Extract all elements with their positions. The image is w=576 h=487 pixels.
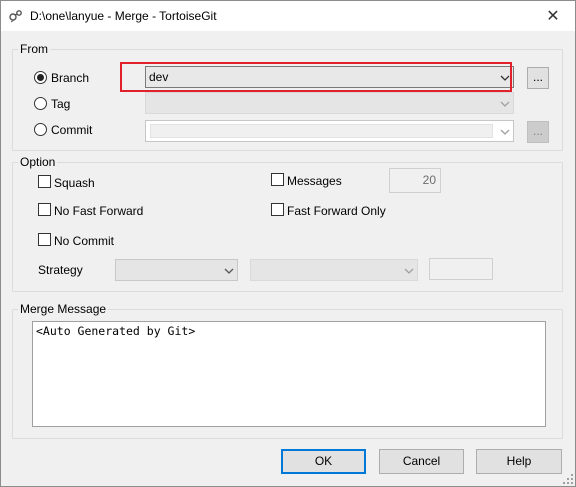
chevron-down-icon [404, 268, 414, 274]
strategy-option-combo[interactable] [250, 259, 418, 281]
no-fast-forward-checkbox[interactable] [38, 203, 51, 216]
no-commit-label: No Commit [54, 234, 115, 248]
merge-message-textarea[interactable]: <Auto Generated by Git> [32, 321, 546, 427]
branch-label: Branch [51, 71, 90, 85]
resize-grip-icon[interactable] [562, 473, 574, 485]
commit-browse-button[interactable]: ... [527, 121, 549, 143]
cancel-button[interactable]: Cancel [379, 449, 464, 474]
tag-radio[interactable] [34, 97, 47, 110]
branch-browse-button[interactable]: ... [527, 67, 549, 89]
squash-checkbox[interactable] [38, 175, 51, 188]
chevron-down-icon [224, 268, 234, 274]
chevron-down-icon [500, 129, 510, 135]
close-icon: ✕ [546, 7, 560, 25]
commit-combo[interactable] [145, 120, 514, 142]
help-button[interactable]: Help [476, 449, 562, 474]
option-legend: Option [18, 155, 58, 169]
messages-checkbox[interactable] [271, 173, 284, 186]
squash-label: Squash [54, 176, 95, 190]
no-commit-checkbox[interactable] [38, 233, 51, 246]
strategy-combo[interactable] [115, 259, 238, 281]
branch-highlight-box [120, 62, 512, 92]
fast-forward-only-label: Fast Forward Only [287, 204, 386, 218]
branch-radio[interactable] [34, 71, 47, 84]
messages-count-field[interactable]: 20 [389, 168, 441, 193]
tag-combo[interactable] [145, 92, 514, 114]
commit-combo-edit [150, 124, 493, 138]
window-title: D:\one\lanyue - Merge - TortoiseGit [30, 9, 217, 23]
from-legend: From [18, 42, 50, 56]
close-button[interactable]: ✕ [530, 0, 576, 31]
chevron-down-icon [500, 101, 510, 107]
commit-label: Commit [51, 123, 93, 137]
tag-label: Tag [51, 97, 71, 111]
messages-label: Messages [287, 174, 342, 188]
no-fast-forward-label: No Fast Forward [54, 204, 144, 218]
ok-button[interactable]: OK [281, 449, 366, 474]
strategy-param-field[interactable] [429, 258, 493, 280]
strategy-label: Strategy [38, 263, 83, 277]
merge-message-legend: Merge Message [18, 302, 109, 316]
tortoisegit-app-icon [9, 10, 22, 23]
commit-radio[interactable] [34, 123, 47, 136]
title-bar: D:\one\lanyue - Merge - TortoiseGit ✕ [0, 0, 576, 31]
fast-forward-only-checkbox[interactable] [271, 203, 284, 216]
